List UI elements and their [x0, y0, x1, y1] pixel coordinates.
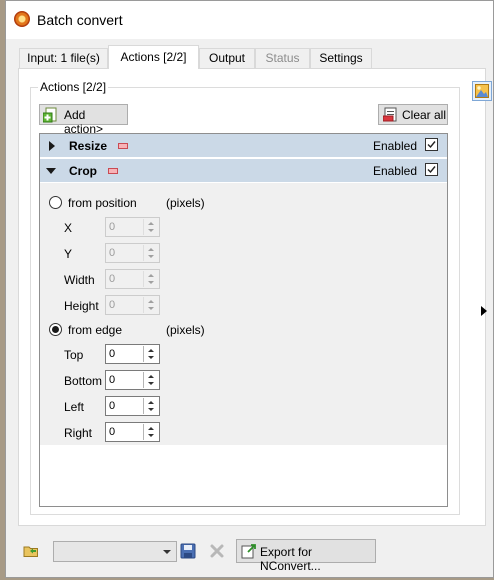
action-header-crop[interactable]: Crop Enabled — [40, 159, 447, 183]
clear-all-label: Clear all — [402, 108, 447, 122]
from-edge-unit: (pixels) — [166, 323, 205, 337]
preset-select[interactable] — [53, 541, 177, 562]
open-folder-icon[interactable] — [23, 543, 39, 559]
height-value: 0 — [109, 299, 116, 311]
right-label: Right — [64, 426, 93, 440]
y-value: 0 — [109, 247, 116, 259]
add-action-button[interactable]: Add action> — [39, 104, 128, 136]
y-spin-arrows[interactable] — [143, 245, 158, 261]
height-stepper[interactable]: 0 — [105, 295, 160, 315]
remove-action-crop-icon[interactable] — [108, 168, 118, 174]
chevron-down-icon — [163, 550, 171, 554]
bottom-spin-arrows[interactable] — [143, 372, 158, 388]
height-label: Height — [64, 299, 99, 313]
enabled-label-resize: Enabled — [372, 139, 417, 153]
left-label: Left — [64, 400, 85, 414]
xnview-app-icon — [14, 11, 30, 27]
image-preview-button[interactable] — [472, 81, 492, 101]
x-value: 0 — [109, 221, 116, 233]
tab-status[interactable]: Status — [255, 48, 310, 68]
width-label: Width — [64, 273, 95, 287]
from-position-label: from position — [68, 196, 137, 210]
actions-tab-panel: Actions [2/2] Add action> Clear all Resi… — [18, 68, 486, 526]
actions-group-title: Actions [2/2] — [38, 80, 109, 94]
export-nconvert-label: Export for NConvert... — [260, 545, 321, 573]
left-stepper[interactable]: 0 — [105, 396, 160, 416]
x-label: X — [64, 221, 73, 235]
enabled-label-crop: Enabled — [372, 164, 417, 178]
collapse-arrow-icon[interactable] — [46, 168, 56, 174]
action-name-crop: Crop — [69, 164, 97, 178]
width-value: 0 — [109, 273, 116, 285]
add-icon — [43, 107, 57, 123]
y-stepper[interactable]: 0 — [105, 243, 160, 263]
action-name-resize: Resize — [69, 139, 108, 153]
right-spin-arrows[interactable] — [143, 424, 158, 440]
delete-icon[interactable] — [209, 543, 225, 559]
tab-actions[interactable]: Actions [2/2] — [108, 45, 199, 69]
from-edge-radio[interactable] — [49, 323, 62, 336]
checkmark-icon — [427, 166, 436, 174]
left-spin-arrows[interactable] — [143, 398, 158, 414]
chevron-right-icon[interactable] — [481, 306, 487, 316]
from-edge-label: from edge — [68, 323, 123, 337]
action-header-resize[interactable]: Resize Enabled — [40, 134, 447, 158]
expand-arrow-icon[interactable] — [49, 141, 55, 151]
left-value: 0 — [109, 400, 116, 412]
batch-convert-window: Batch convert Input: 1 file(s) Actions [… — [5, 0, 494, 578]
tab-input[interactable]: Input: 1 file(s) — [19, 48, 108, 68]
export-icon — [241, 544, 256, 559]
height-spin-arrows[interactable] — [143, 297, 158, 313]
width-stepper[interactable]: 0 — [105, 269, 160, 289]
add-action-label: Add action> — [64, 108, 104, 136]
right-value: 0 — [109, 426, 116, 438]
x-spin-arrows[interactable] — [143, 219, 158, 235]
top-label: Top — [64, 348, 84, 362]
remove-action-resize-icon[interactable] — [118, 143, 128, 149]
y-label: Y — [64, 247, 73, 261]
action-list: Resize Enabled Crop Enabled from positio… — [39, 133, 448, 507]
image-preview-icon — [475, 84, 489, 98]
from-position-radio[interactable] — [49, 196, 62, 209]
tab-settings[interactable]: Settings — [310, 48, 372, 68]
crop-settings-panel — [40, 182, 447, 445]
top-spin-arrows[interactable] — [143, 346, 158, 362]
enabled-checkbox-crop[interactable] — [425, 163, 438, 176]
width-spin-arrows[interactable] — [143, 271, 158, 287]
bottom-value: 0 — [109, 374, 116, 386]
right-stepper[interactable]: 0 — [105, 422, 160, 442]
title-bar: Batch convert — [6, 1, 493, 39]
actions-groupbox: Actions [2/2] Add action> Clear all Resi… — [30, 80, 460, 515]
x-stepper[interactable]: 0 — [105, 217, 160, 237]
tab-output[interactable]: Output — [199, 48, 255, 68]
window-title: Batch convert — [37, 12, 123, 28]
top-value: 0 — [109, 348, 116, 360]
clear-all-button[interactable]: Clear all — [378, 104, 448, 125]
enabled-checkbox-resize[interactable] — [425, 138, 438, 151]
checkmark-icon — [427, 141, 436, 149]
bottom-label: Bottom — [64, 374, 103, 388]
top-stepper[interactable]: 0 — [105, 344, 160, 364]
save-icon[interactable] — [180, 543, 196, 559]
export-nconvert-button[interactable]: Export for NConvert... — [236, 539, 376, 573]
bottom-stepper[interactable]: 0 — [105, 370, 160, 390]
from-position-unit: (pixels) — [166, 196, 205, 210]
clear-list-icon — [383, 107, 397, 122]
